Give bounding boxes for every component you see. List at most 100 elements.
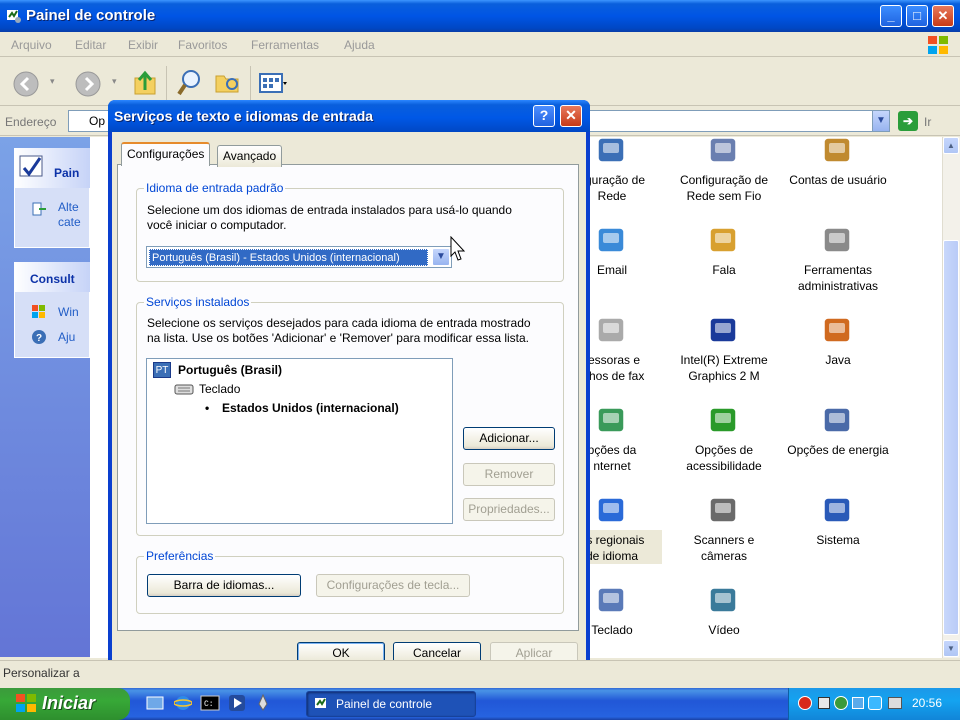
internet-options-icon[interactable] xyxy=(594,402,630,438)
scroll-down-icon[interactable]: ▼ xyxy=(943,640,959,657)
minimize-button[interactable]: _ xyxy=(880,5,902,27)
control-panel-item-label[interactable]: Opções de acessibilidade xyxy=(669,442,779,474)
maximize-button[interactable]: □ xyxy=(906,5,928,27)
see-also-link[interactable]: Aju xyxy=(58,330,75,344)
control-panel-item-label[interactable]: Scanners e câmeras xyxy=(669,532,779,564)
mouse-cursor-icon xyxy=(450,236,466,261)
control-panel-item-label[interactable]: Fala xyxy=(669,262,779,278)
search-icon[interactable] xyxy=(176,68,204,98)
admin-tools-icon[interactable] xyxy=(820,222,856,258)
taskbar-item-label: Painel de controle xyxy=(336,697,433,711)
go-arrow-icon[interactable]: ➔ xyxy=(898,111,918,131)
svg-text:C:: C: xyxy=(204,700,214,709)
scrollbar-thumb[interactable] xyxy=(943,240,959,635)
control-panel-item-label[interactable]: Configuração de Rede sem Fio xyxy=(669,172,779,204)
tab-avancado[interactable]: Avançado xyxy=(217,145,283,167)
views-icon[interactable] xyxy=(258,72,288,96)
tree-language[interactable]: Português (Brasil) xyxy=(178,363,282,378)
task-link[interactable]: Alte xyxy=(58,200,79,214)
show-desktop-icon[interactable] xyxy=(146,694,164,712)
email-icon[interactable] xyxy=(594,222,630,258)
default-language-description: você iniciar o computador. xyxy=(147,218,287,232)
rocket-icon[interactable] xyxy=(254,694,272,712)
speech-icon[interactable] xyxy=(706,222,742,258)
menu-ferramentas[interactable]: Ferramentas xyxy=(251,38,319,52)
control-panel-item-label[interactable]: Intel(R) Extreme Graphics 2 M xyxy=(669,352,779,384)
dialog-title: Serviços de texto e idiomas de entrada xyxy=(114,108,374,124)
network-icon[interactable] xyxy=(594,132,630,168)
language-bar-button[interactable]: Barra de idiomas... xyxy=(147,574,301,597)
default-language-value: Português (Brasil) - Estados Unidos (int… xyxy=(149,249,428,266)
help-icon: ? xyxy=(32,330,46,344)
device-icon[interactable] xyxy=(818,697,830,709)
internet-explorer-icon[interactable] xyxy=(174,694,192,712)
keyboard-icon[interactable] xyxy=(594,582,630,618)
power-options-icon[interactable] xyxy=(820,402,856,438)
forward-dropdown-icon[interactable]: ▾ xyxy=(112,76,117,87)
status-text: Personalizar a xyxy=(3,666,80,680)
intel-graphics-icon[interactable] xyxy=(706,312,742,348)
toolbar-divider xyxy=(250,66,251,100)
control-panel-icon xyxy=(315,698,326,708)
control-panel-item-label[interactable]: Java xyxy=(783,352,893,368)
command-prompt-icon[interactable]: C: xyxy=(200,694,220,712)
accessibility-icon[interactable] xyxy=(706,402,742,438)
bluetooth-tray-icon[interactable] xyxy=(868,696,882,710)
java-icon[interactable] xyxy=(820,312,856,348)
control-panel-item-label[interactable]: Ferramentas administrativas xyxy=(783,262,893,294)
tree-bullet: • xyxy=(205,401,210,415)
system-icon[interactable] xyxy=(820,492,856,528)
tree-layout[interactable]: Estados Unidos (internacional) xyxy=(222,401,399,416)
tab-configuracoes[interactable]: Configurações xyxy=(121,142,211,166)
volume-icon[interactable] xyxy=(888,697,902,709)
windows-logo-icon xyxy=(928,36,948,54)
add-button[interactable]: Adicionar... xyxy=(463,427,555,450)
menu-exibir[interactable]: Exibir xyxy=(128,38,158,52)
go-button[interactable]: Ir xyxy=(924,115,931,129)
folders-icon[interactable] xyxy=(214,70,242,96)
media-player-icon[interactable] xyxy=(228,694,246,712)
back-dropdown-icon[interactable]: ▾ xyxy=(50,76,55,87)
address-value: Op xyxy=(89,114,106,128)
dialog-help-button[interactable]: ? xyxy=(533,105,555,127)
wireless-network-icon[interactable] xyxy=(706,132,742,168)
key-settings-button[interactable]: Configurações de tecla... xyxy=(316,574,470,597)
menu-editar[interactable]: Editar xyxy=(75,38,106,52)
properties-button[interactable]: Propriedades... xyxy=(463,498,555,521)
chevron-down-icon[interactable]: ▼ xyxy=(432,248,450,266)
forward-icon[interactable] xyxy=(74,70,102,98)
network-tray-icon[interactable] xyxy=(834,696,848,710)
printer-icon[interactable] xyxy=(594,312,630,348)
menu-favoritos[interactable]: Favoritos xyxy=(178,38,227,52)
windows-logo-icon xyxy=(16,694,36,712)
task-link[interactable]: cate xyxy=(58,215,81,229)
display-tray-icon[interactable] xyxy=(852,697,864,709)
control-panel-item-label[interactable]: Opções de energia xyxy=(783,442,893,458)
control-panel-item-label[interactable]: Sistema xyxy=(783,532,893,548)
remove-button[interactable]: Remover xyxy=(463,463,555,486)
scroll-up-icon[interactable]: ▲ xyxy=(943,137,959,154)
dialog-close-button[interactable]: ✕ xyxy=(560,105,582,127)
close-button[interactable]: ✕ xyxy=(932,5,954,27)
see-also-title[interactable]: Consult xyxy=(30,272,75,286)
default-language-description: Selecione um dos idiomas de entrada inst… xyxy=(147,203,512,217)
back-icon[interactable] xyxy=(12,70,40,98)
control-panel-item-label[interactable]: Contas de usuário xyxy=(783,172,893,188)
up-folder-icon[interactable] xyxy=(132,68,160,98)
scanner-camera-icon[interactable] xyxy=(706,492,742,528)
control-panel-icon xyxy=(19,155,43,177)
user-accounts-icon[interactable] xyxy=(820,132,856,168)
regional-language-icon[interactable] xyxy=(594,492,630,528)
see-also-link[interactable]: Win xyxy=(58,305,79,319)
svg-text:?: ? xyxy=(36,333,42,344)
video-icon[interactable] xyxy=(706,582,742,618)
menu-ajuda[interactable]: Ajuda xyxy=(344,38,375,52)
installed-services-description: na lista. Use os botões 'Adicionar' e 'R… xyxy=(147,331,530,345)
tree-category: Teclado xyxy=(199,382,241,396)
task-pane-title[interactable]: Pain xyxy=(54,166,79,180)
menu-arquivo[interactable]: Arquivo xyxy=(11,38,52,52)
control-panel-item-label[interactable]: Vídeo xyxy=(669,622,779,638)
address-dropdown-icon[interactable]: ▼ xyxy=(872,111,889,131)
security-alert-icon[interactable] xyxy=(798,696,812,710)
switch-view-icon xyxy=(32,202,46,216)
